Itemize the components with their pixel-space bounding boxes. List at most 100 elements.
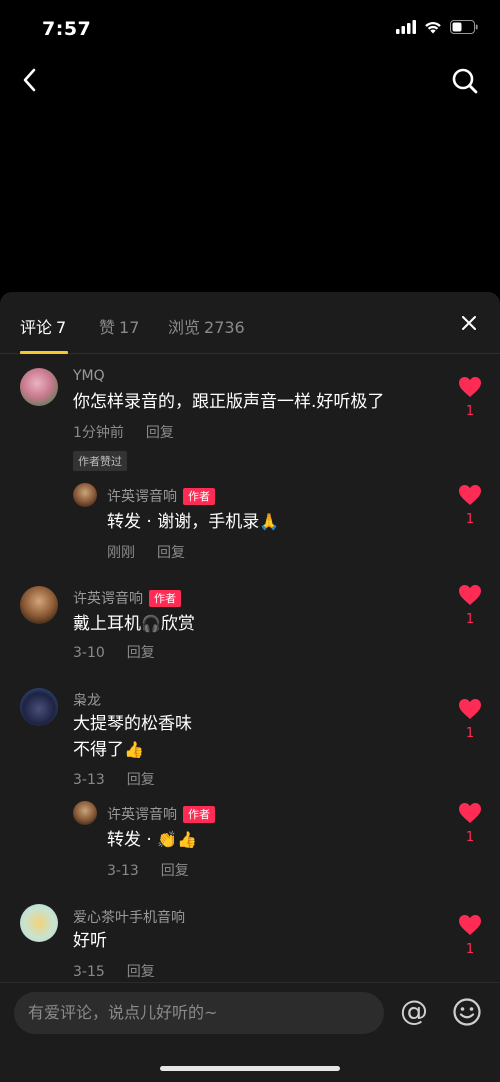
close-icon bbox=[462, 316, 476, 330]
heart-icon bbox=[459, 377, 481, 397]
clap-thumbs-emoji: 👏👍 bbox=[157, 830, 198, 849]
comment-username[interactable]: 许英谔音响 作者 bbox=[107, 486, 215, 506]
reply-button[interactable]: 回复 bbox=[127, 645, 155, 661]
chevron-left-icon bbox=[23, 68, 36, 92]
comment-meta: 3-15 回复 bbox=[73, 961, 155, 981]
comment-meta: 3-13 回复 bbox=[73, 769, 155, 789]
comment-username[interactable]: YMQ bbox=[73, 368, 105, 384]
battery-icon bbox=[450, 20, 478, 34]
comment-item: 枭龙 大提琴的松香味 不得了👍 3-13 回复 1 bbox=[0, 684, 500, 794]
comment-text-line2: 不得了👍 bbox=[73, 737, 144, 763]
comment-text: 转发 · 👏👍 bbox=[107, 827, 197, 853]
comment-meta: 1分钟前 回复 bbox=[73, 422, 174, 442]
tab-likes[interactable]: 赞 17 bbox=[99, 314, 139, 338]
status-bar: 7:57 bbox=[0, 0, 500, 60]
heart-icon bbox=[459, 699, 481, 719]
comment-time: 1分钟前 bbox=[73, 425, 124, 441]
like-count: 1 bbox=[465, 404, 475, 419]
tab-comments-label: 评论 bbox=[20, 318, 53, 337]
username-text: 爱心茶叶手机音响 bbox=[73, 910, 185, 926]
comment-text-main: 转发 · 谢谢，手机录 bbox=[107, 512, 260, 532]
comment-sheet: 评论 7 赞 17 浏览 2736 YMQ 你怎样录音的，跟正版声音一样.好听极了 1… bbox=[0, 292, 500, 1082]
comment-username[interactable]: 枭龙 bbox=[73, 690, 101, 710]
comment-text-line1: 大提琴的松香味 bbox=[73, 714, 192, 734]
reply-item: 许英谔音响 作者 转发 · 谢谢，手机录🙏 刚刚 回复 1 bbox=[0, 480, 500, 570]
reply-button[interactable]: 回复 bbox=[127, 964, 155, 980]
reply-item: 许英谔音响 作者 转发 · 👏👍 3-13 回复 1 bbox=[0, 798, 500, 888]
search-button[interactable] bbox=[448, 64, 482, 98]
active-tab-indicator bbox=[20, 351, 68, 354]
like-button[interactable]: 1 bbox=[456, 914, 484, 957]
like-button[interactable]: 1 bbox=[456, 802, 484, 845]
username-text: 许英谔音响 bbox=[107, 489, 177, 505]
back-button[interactable] bbox=[14, 64, 46, 96]
comment-input[interactable]: 有爱评论，说点儿好听的~ bbox=[14, 992, 384, 1034]
avatar[interactable] bbox=[73, 483, 97, 507]
heart-icon bbox=[459, 585, 481, 605]
reply-button[interactable]: 回复 bbox=[127, 772, 155, 788]
author-badge: 作者 bbox=[183, 487, 215, 505]
heart-icon bbox=[459, 803, 481, 823]
reply-button[interactable]: 回复 bbox=[161, 863, 189, 879]
mention-button[interactable]: @ bbox=[398, 995, 430, 1027]
comment-username[interactable]: 许英谔音响 作者 bbox=[107, 804, 215, 824]
comment-text: 你怎样录音的，跟正版声音一样.好听极了 bbox=[73, 392, 385, 412]
username-text: 许英谔音响 bbox=[107, 807, 177, 823]
home-indicator[interactable] bbox=[160, 1066, 340, 1071]
comment-item: 爱心茶叶手机音响 好听 3-15 回复 1 bbox=[0, 902, 500, 992]
tab-comments-count: 7 bbox=[56, 318, 67, 337]
like-count: 1 bbox=[465, 830, 475, 845]
comment-item: YMQ 你怎样录音的，跟正版声音一样.好听极了 1分钟前 回复 作者赞过 1 bbox=[0, 362, 500, 472]
comment-text-main: 戴上耳机 bbox=[73, 614, 141, 634]
like-count: 1 bbox=[465, 726, 475, 741]
wifi-icon bbox=[425, 22, 441, 34]
comment-time: 3-13 bbox=[73, 772, 105, 788]
comment-text-main: 转发 · bbox=[107, 830, 158, 850]
thumbs-up-emoji: 👍 bbox=[124, 740, 144, 759]
comment-text-after: 欣赏 bbox=[160, 614, 195, 634]
comment-text: 戴上耳机🎧欣赏 bbox=[73, 611, 195, 637]
close-button[interactable] bbox=[458, 312, 480, 334]
like-count: 1 bbox=[465, 512, 475, 527]
comment-time: 3-15 bbox=[73, 964, 105, 980]
reply-button[interactable]: 回复 bbox=[146, 425, 174, 441]
reply-button[interactable]: 回复 bbox=[157, 545, 185, 561]
tab-likes-label: 赞 bbox=[99, 318, 116, 337]
like-button[interactable]: 1 bbox=[456, 698, 484, 741]
tab-views-label: 浏览 bbox=[168, 318, 201, 337]
like-button[interactable]: 1 bbox=[456, 376, 484, 419]
avatar[interactable] bbox=[20, 586, 58, 624]
tab-comments[interactable]: 评论 7 bbox=[20, 314, 66, 338]
username-text: 许英谔音响 bbox=[73, 591, 143, 607]
heart-icon bbox=[459, 485, 481, 505]
username-text: 枭龙 bbox=[73, 693, 101, 709]
author-badge: 作者 bbox=[149, 589, 181, 607]
status-time: 7:57 bbox=[42, 18, 92, 40]
username-text: YMQ bbox=[73, 368, 105, 384]
author-badge: 作者 bbox=[183, 805, 215, 823]
tab-views-count: 2736 bbox=[204, 318, 245, 337]
search-icon bbox=[452, 68, 478, 94]
like-count: 1 bbox=[465, 612, 475, 627]
pray-emoji: 🙏 bbox=[259, 512, 280, 531]
like-button[interactable]: 1 bbox=[456, 584, 484, 627]
avatar[interactable] bbox=[20, 368, 58, 406]
author-liked-tag: 作者赞过 bbox=[73, 451, 127, 471]
comment-username[interactable]: 爱心茶叶手机音响 bbox=[73, 907, 185, 927]
comment-text: 好听 bbox=[73, 931, 107, 951]
sheet-tabs: 评论 7 赞 17 浏览 2736 bbox=[0, 292, 500, 354]
like-button[interactable]: 1 bbox=[456, 484, 484, 527]
tab-likes-count: 17 bbox=[119, 318, 140, 337]
comment-username[interactable]: 许英谔音响 作者 bbox=[73, 588, 181, 608]
avatar[interactable] bbox=[20, 904, 58, 942]
comment-item: 许英谔音响 作者 戴上耳机🎧欣赏 3-10 回复 1 bbox=[0, 580, 500, 670]
avatar[interactable] bbox=[73, 801, 97, 825]
headphones-emoji: 🎧 bbox=[141, 614, 161, 633]
tab-views[interactable]: 浏览 2736 bbox=[168, 314, 245, 338]
emoji-button[interactable] bbox=[452, 997, 482, 1027]
like-count: 1 bbox=[465, 942, 475, 957]
comment-meta: 刚刚 回复 bbox=[107, 542, 185, 562]
status-icons bbox=[396, 20, 478, 34]
cellular-signal-icon bbox=[396, 20, 416, 34]
avatar[interactable] bbox=[20, 688, 58, 726]
